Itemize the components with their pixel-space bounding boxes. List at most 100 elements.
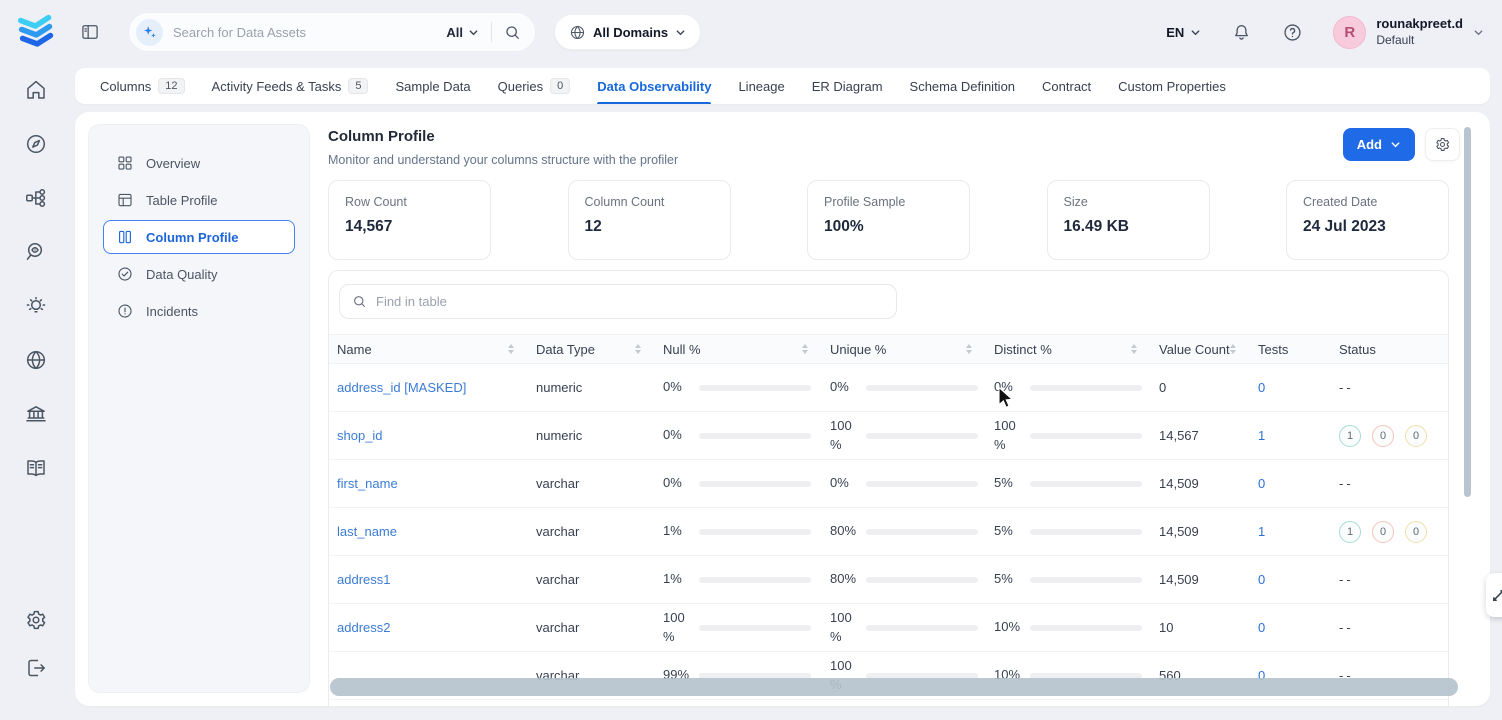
tests-link[interactable]: 0 xyxy=(1258,620,1265,635)
distinct-value: 0% xyxy=(994,378,1030,396)
rail-explore-icon[interactable] xyxy=(24,132,48,156)
column-name-link[interactable]: first_name xyxy=(337,476,398,491)
column-header-data-type[interactable]: Data Type xyxy=(528,335,655,363)
sort-icon[interactable] xyxy=(635,344,641,354)
search-input[interactable] xyxy=(173,25,446,40)
language-label: EN xyxy=(1166,25,1184,40)
column-name-link[interactable]: address_id [MASKED] xyxy=(337,380,466,395)
horizontal-scrollbar[interactable] xyxy=(330,678,1458,696)
table-profile-icon xyxy=(116,191,134,209)
name-cell: address_id [MASKED] xyxy=(329,380,528,395)
sidebar-item-data-quality[interactable]: Data Quality xyxy=(103,257,295,291)
rail-insights-icon[interactable] xyxy=(24,294,48,318)
tab-sample-data[interactable]: Sample Data xyxy=(395,68,470,104)
sort-icon[interactable] xyxy=(802,344,808,354)
content-header: Column Profile Monitor and understand yo… xyxy=(328,128,1460,167)
sort-icon[interactable] xyxy=(1131,344,1137,354)
globe-icon xyxy=(569,24,586,41)
tests-link[interactable]: 1 xyxy=(1258,524,1265,539)
sort-icon[interactable] xyxy=(966,344,972,354)
tests-link[interactable]: 0 xyxy=(1258,476,1265,491)
unique-cell: 80% xyxy=(822,522,986,540)
rail-lineage-icon[interactable] xyxy=(24,186,48,210)
stat-card-profile-sample: Profile Sample 100% xyxy=(807,180,970,260)
tab-queries[interactable]: Queries 0 xyxy=(498,68,571,104)
table-row: last_name varchar 1% 80% 5% 14,509 1 100 xyxy=(329,508,1448,556)
stat-label: Created Date xyxy=(1303,195,1432,209)
stat-card-column-count: Column Count 12 xyxy=(568,180,731,260)
distinct-bar xyxy=(1030,529,1142,535)
tab-columns[interactable]: Columns 12 xyxy=(100,68,185,104)
unique-value: 80% xyxy=(830,570,866,588)
search-scope-dropdown[interactable]: All xyxy=(446,25,479,40)
tests-link[interactable]: 0 xyxy=(1258,380,1265,395)
rail-logout-icon[interactable] xyxy=(24,656,48,680)
tab-data-observability[interactable]: Data Observability xyxy=(597,68,711,104)
status-badge-aborted: 0 xyxy=(1405,425,1427,447)
column-header-value-count[interactable]: Value Count xyxy=(1151,335,1250,363)
null-cell: 1% xyxy=(655,522,822,540)
unique-cell: 100 % xyxy=(822,609,986,645)
tests-link[interactable]: 1 xyxy=(1258,428,1265,443)
language-dropdown[interactable]: EN xyxy=(1166,25,1201,40)
status-cell: -- xyxy=(1331,380,1448,395)
rail-glossary-icon[interactable] xyxy=(24,456,48,480)
column-name-link[interactable]: shop_id xyxy=(337,428,383,443)
vertical-scrollbar[interactable] xyxy=(1464,127,1471,497)
null-cell: 0% xyxy=(655,378,822,396)
sidebar-item-column-profile[interactable]: Column Profile xyxy=(103,220,295,254)
tab-schema-definition[interactable]: Schema Definition xyxy=(910,68,1016,104)
topbar-right: EN R rounakpreet.d Default xyxy=(1166,16,1484,49)
rail-discovery-icon[interactable] xyxy=(24,240,48,264)
table-header: Name Data Type Null % Unique % Distinct … xyxy=(329,334,1448,364)
notifications-bell-icon[interactable] xyxy=(1231,22,1252,43)
incidents-icon xyxy=(116,302,134,320)
search-icon[interactable] xyxy=(504,24,521,41)
tab-label: Contract xyxy=(1042,79,1091,94)
tab-custom-properties[interactable]: Custom Properties xyxy=(1118,68,1226,104)
find-in-table-input[interactable] xyxy=(376,294,884,309)
sidebar-item-overview[interactable]: Overview xyxy=(103,146,295,180)
sort-icon[interactable] xyxy=(1230,344,1236,354)
tests-cell: 0 xyxy=(1250,620,1331,635)
app-logo-icon[interactable] xyxy=(14,12,58,52)
sidebar-item-table-profile[interactable]: Table Profile xyxy=(103,183,295,217)
help-icon[interactable] xyxy=(1282,22,1303,43)
data-type-cell: numeric xyxy=(528,428,655,443)
column-header-name[interactable]: Name xyxy=(329,335,528,363)
all-domains-dropdown[interactable]: All Domains xyxy=(554,14,701,50)
settings-button[interactable] xyxy=(1425,128,1460,161)
search-icon xyxy=(352,294,367,309)
add-button[interactable]: Add xyxy=(1343,128,1415,161)
column-name-link[interactable]: address2 xyxy=(337,620,390,635)
sidebar-item-incidents[interactable]: Incidents xyxy=(103,294,295,328)
column-name-link[interactable]: address1 xyxy=(337,572,390,587)
column-header-label: Distinct % xyxy=(994,342,1131,357)
find-in-table[interactable] xyxy=(339,284,897,319)
avatar-initial: R xyxy=(1344,24,1355,41)
tests-cell: 1 xyxy=(1250,524,1331,539)
user-menu[interactable]: R rounakpreet.d Default xyxy=(1333,16,1484,49)
rail-governance-icon[interactable] xyxy=(24,402,48,426)
right-edge-expand-handle[interactable] xyxy=(1486,573,1502,617)
column-header-unique[interactable]: Unique % xyxy=(822,335,986,363)
column-name-link[interactable]: last_name xyxy=(337,524,397,539)
sort-icon[interactable] xyxy=(508,344,514,354)
tab-er-diagram[interactable]: ER Diagram xyxy=(812,68,883,104)
tests-link[interactable]: 0 xyxy=(1258,572,1265,587)
left-rail xyxy=(0,64,72,720)
collapse-sidebar-icon[interactable] xyxy=(80,22,100,42)
rail-settings-icon[interactable] xyxy=(24,608,48,632)
global-search[interactable]: All xyxy=(128,12,536,52)
value-count-cell: 14,509 xyxy=(1151,572,1250,587)
rail-domains-icon[interactable] xyxy=(24,348,48,372)
tab-lineage[interactable]: Lineage xyxy=(738,68,784,104)
column-header-distinct[interactable]: Distinct % xyxy=(986,335,1151,363)
tab-contract[interactable]: Contract xyxy=(1042,68,1091,104)
user-name: rounakpreet.d xyxy=(1376,16,1463,32)
rail-home-icon[interactable] xyxy=(24,78,48,102)
tab-activity-feeds-tasks[interactable]: Activity Feeds & Tasks 5 xyxy=(212,68,369,104)
column-header-null[interactable]: Null % xyxy=(655,335,822,363)
status-empty: -- xyxy=(1339,572,1354,587)
distinct-cell: 5% xyxy=(986,570,1151,588)
